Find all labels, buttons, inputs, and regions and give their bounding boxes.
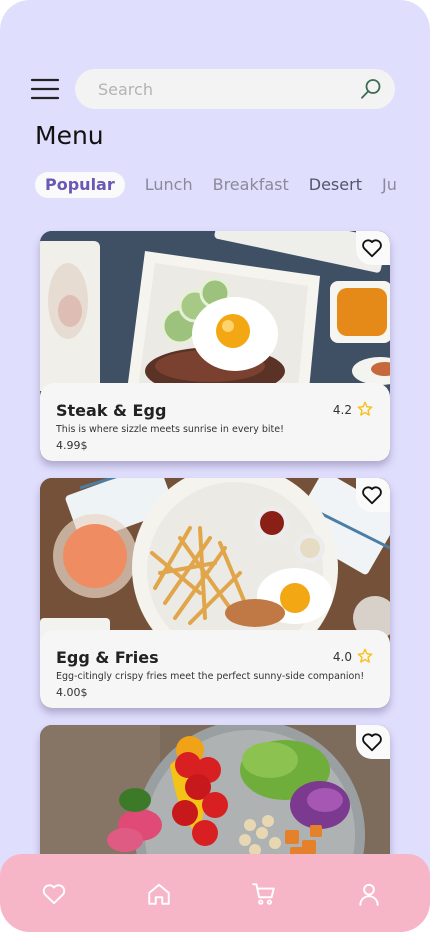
favorite-button[interactable] xyxy=(356,725,390,759)
tab-breakfast[interactable]: Breakfast xyxy=(213,172,289,198)
item-description: Egg-citingly crispy fries meet the perfe… xyxy=(56,671,365,682)
star-icon xyxy=(357,648,373,663)
nav-profile-button[interactable] xyxy=(356,881,382,907)
search-bar xyxy=(75,69,395,109)
heart-icon xyxy=(42,884,66,905)
category-tabs: Popular Lunch Breakfast Desert Ju xyxy=(35,172,430,198)
tab-juice[interactable]: Ju xyxy=(382,172,397,198)
home-icon xyxy=(148,883,170,905)
hamburger-menu-icon[interactable] xyxy=(30,76,60,102)
item-price: 4.00$ xyxy=(56,686,88,699)
search-icon[interactable] xyxy=(359,77,383,101)
menu-item-card[interactable]: Egg & Fries Egg-citingly crispy fries me… xyxy=(40,478,390,708)
cart-icon xyxy=(252,883,275,905)
star-icon xyxy=(357,401,373,416)
favorite-button[interactable] xyxy=(356,231,390,265)
item-price: 4.99$ xyxy=(56,439,88,452)
app-screen: Menu Popular Lunch Breakfast Desert Ju xyxy=(0,0,430,932)
favorite-button[interactable] xyxy=(356,478,390,512)
bottom-navigation xyxy=(0,854,430,932)
item-info: Steak & Egg This is where sizzle meets s… xyxy=(40,383,390,461)
heart-icon xyxy=(362,239,382,258)
page-title: Menu xyxy=(35,121,104,150)
menu-item-card[interactable]: Steak & Egg This is where sizzle meets s… xyxy=(40,231,390,461)
item-rating: 4.0 xyxy=(332,650,352,664)
nav-home-button[interactable] xyxy=(146,881,172,907)
profile-icon xyxy=(359,883,379,906)
item-name: Steak & Egg xyxy=(56,401,167,420)
item-name: Egg & Fries xyxy=(56,648,159,667)
search-input[interactable] xyxy=(98,69,348,109)
item-rating: 4.2 xyxy=(332,403,352,417)
tab-popular[interactable]: Popular xyxy=(35,172,125,198)
item-description: This is where sizzle meets sunrise in ev… xyxy=(56,424,284,435)
tab-desert[interactable]: Desert xyxy=(309,172,362,198)
item-info: Egg & Fries Egg-citingly crispy fries me… xyxy=(40,630,390,708)
heart-icon xyxy=(362,733,382,752)
nav-cart-button[interactable] xyxy=(251,881,277,907)
nav-favorites-button[interactable] xyxy=(41,881,67,907)
heart-icon xyxy=(362,486,382,505)
tab-lunch[interactable]: Lunch xyxy=(145,172,193,198)
